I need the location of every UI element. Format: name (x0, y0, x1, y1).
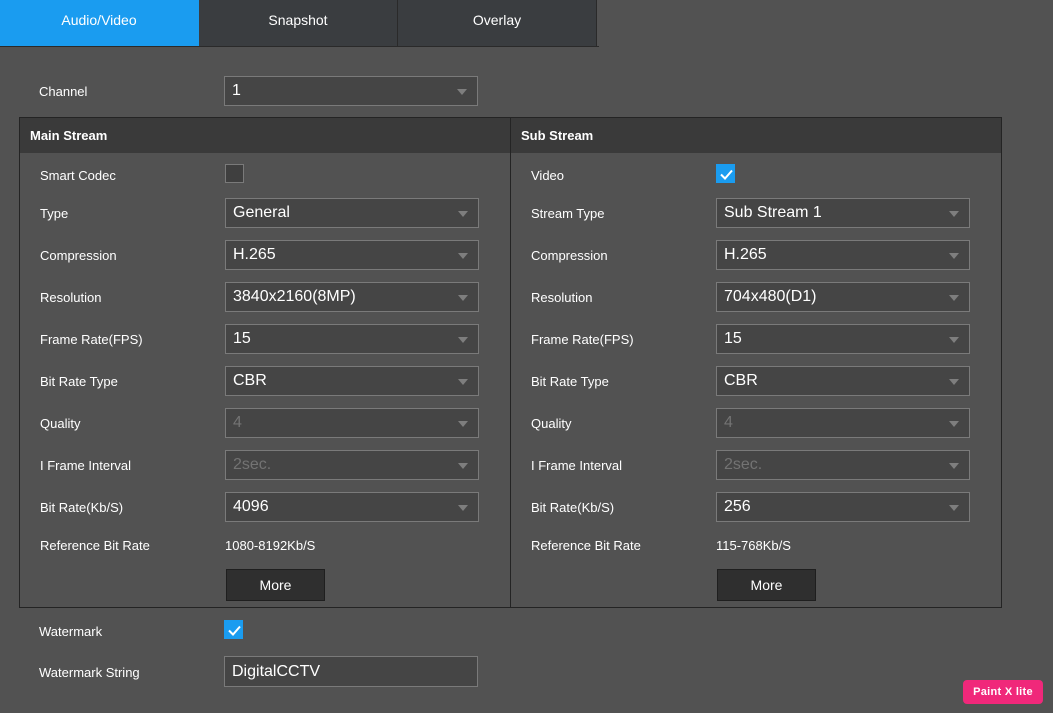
main-reference-bit-rate-value: 1080-8192Kb/S (225, 538, 316, 553)
watermark-string-value: DigitalCCTV (232, 662, 321, 680)
main-bit-rate-type-value: CBR (233, 372, 267, 389)
sub-stream-type-select[interactable]: Sub Stream 1 (716, 198, 970, 228)
sub-resolution-value: 704x480(D1) (724, 288, 817, 305)
main-quality-value: 4 (233, 414, 242, 431)
sub-bit-rate-type-select[interactable]: CBR (716, 366, 970, 396)
tab-audio-video[interactable]: Audio/Video (0, 0, 199, 47)
main-bit-rate-type-select[interactable]: CBR (225, 366, 479, 396)
watermark-string-input[interactable]: DigitalCCTV (224, 656, 478, 687)
main-resolution-label: Resolution (40, 290, 102, 305)
sub-video-checkbox[interactable] (716, 164, 735, 183)
main-i-frame-label: I Frame Interval (40, 458, 132, 473)
channel-select[interactable]: 1 (224, 76, 478, 106)
sub-stream-type-label: Stream Type (531, 206, 605, 221)
chevron-down-icon (457, 89, 467, 95)
sub-frame-rate-value: 15 (724, 330, 742, 347)
sub-bit-rate-select[interactable]: 256 (716, 492, 970, 522)
main-quality-label: Quality (40, 416, 81, 431)
main-compression-select[interactable]: H.265 (225, 240, 479, 270)
sub-bit-rate-type-value: CBR (724, 372, 758, 389)
sub-stream-header: Sub Stream (511, 118, 1001, 153)
main-smart-codec-checkbox[interactable] (225, 164, 244, 183)
sub-video-label: Video (531, 168, 565, 183)
sub-stream-type-value: Sub Stream 1 (724, 204, 822, 221)
sub-bit-rate-label: Bit Rate(Kb/S) (531, 500, 615, 515)
main-bit-rate-value: 4096 (233, 498, 269, 515)
sub-i-frame-label: I Frame Interval (531, 458, 623, 473)
main-frame-rate-select[interactable]: 15 (225, 324, 479, 354)
sub-reference-bit-rate-value: 115-768Kb/S (716, 538, 791, 553)
sub-stream-title: Sub Stream (521, 128, 594, 143)
chevron-down-icon (458, 337, 468, 343)
tab-bar: Audio/Video Snapshot Overlay (0, 0, 597, 47)
chevron-down-icon (458, 421, 468, 427)
watermark-checkbox[interactable] (224, 620, 243, 639)
main-type-label: Type (40, 206, 69, 221)
sub-quality-label: Quality (531, 416, 572, 431)
sub-resolution-label: Resolution (531, 290, 593, 305)
sub-frame-rate-select[interactable]: 15 (716, 324, 970, 354)
main-i-frame-select: 2sec. (225, 450, 479, 480)
sub-bit-rate-value: 256 (724, 498, 751, 515)
watermark-string-label: Watermark String (39, 665, 140, 680)
sub-reference-bit-rate-label: Reference Bit Rate (531, 538, 641, 553)
sub-bit-rate-type-label: Bit Rate Type (531, 374, 609, 389)
main-frame-rate-label: Frame Rate(FPS) (40, 332, 143, 347)
chevron-down-icon (949, 463, 959, 469)
sub-more-button[interactable]: More (717, 569, 816, 601)
main-bit-rate-select[interactable]: 4096 (225, 492, 479, 522)
main-type-value: General (233, 204, 290, 221)
chevron-down-icon (949, 253, 959, 259)
main-stream-title: Main Stream (30, 128, 108, 143)
sub-frame-rate-label: Frame Rate(FPS) (531, 332, 634, 347)
main-stream-header: Main Stream (20, 118, 510, 153)
chevron-down-icon (458, 463, 468, 469)
channel-label: Channel (39, 84, 88, 99)
chevron-down-icon (458, 253, 468, 259)
main-i-frame-value: 2sec. (233, 456, 272, 473)
chevron-down-icon (458, 379, 468, 385)
chevron-down-icon (458, 505, 468, 511)
sub-i-frame-select: 2sec. (716, 450, 970, 480)
sub-compression-label: Compression (531, 248, 608, 263)
chevron-down-icon (949, 421, 959, 427)
main-type-select[interactable]: General (225, 198, 479, 228)
main-bit-rate-label: Bit Rate(Kb/S) (40, 500, 124, 515)
chevron-down-icon (949, 337, 959, 343)
sub-compression-value: H.265 (724, 246, 767, 263)
main-compression-label: Compression (40, 248, 117, 263)
chevron-down-icon (949, 211, 959, 217)
tab-snapshot[interactable]: Snapshot (199, 0, 398, 47)
sub-compression-select[interactable]: H.265 (716, 240, 970, 270)
sub-quality-value: 4 (724, 414, 733, 431)
channel-select-value: 1 (232, 82, 241, 99)
main-quality-select: 4 (225, 408, 479, 438)
tab-bar-divider (0, 46, 599, 47)
main-compression-value: H.265 (233, 246, 276, 263)
tab-overlay[interactable]: Overlay (398, 0, 597, 47)
paint-x-lite-badge: Paint X lite (963, 680, 1043, 704)
main-reference-bit-rate-label: Reference Bit Rate (40, 538, 150, 553)
watermark-label: Watermark (39, 624, 103, 639)
sub-quality-select: 4 (716, 408, 970, 438)
main-more-button[interactable]: More (226, 569, 325, 601)
checkmark-icon (228, 625, 241, 636)
checkmark-icon (720, 169, 733, 180)
chevron-down-icon (458, 295, 468, 301)
chevron-down-icon (949, 379, 959, 385)
main-frame-rate-value: 15 (233, 330, 251, 347)
sub-resolution-select[interactable]: 704x480(D1) (716, 282, 970, 312)
main-smart-codec-label: Smart Codec (40, 168, 116, 183)
main-resolution-value: 3840x2160(8MP) (233, 288, 356, 305)
chevron-down-icon (458, 211, 468, 217)
main-bit-rate-type-label: Bit Rate Type (40, 374, 118, 389)
chevron-down-icon (949, 295, 959, 301)
stream-panels-divider (510, 117, 511, 608)
chevron-down-icon (949, 505, 959, 511)
main-resolution-select[interactable]: 3840x2160(8MP) (225, 282, 479, 312)
sub-i-frame-value: 2sec. (724, 456, 763, 473)
